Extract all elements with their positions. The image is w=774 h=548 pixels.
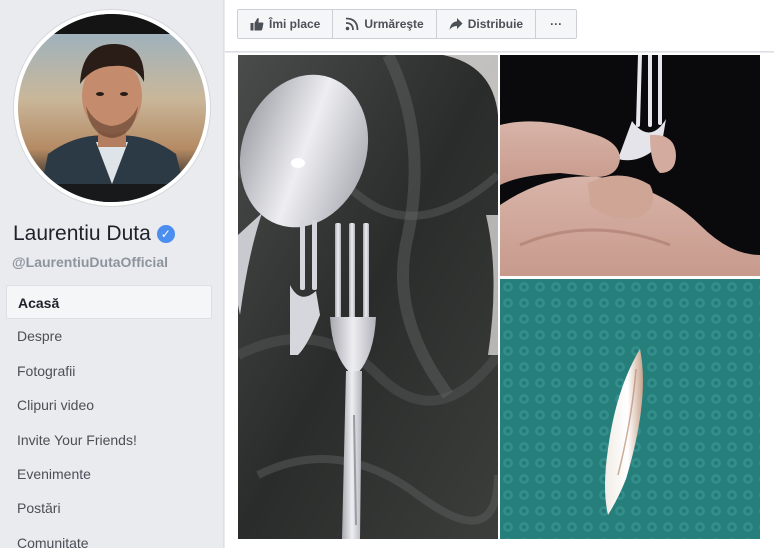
- nav-item-events[interactable]: Evenimente: [6, 457, 212, 491]
- page-nav: Acasă Despre Fotografii Clipuri video In…: [6, 285, 212, 548]
- like-button[interactable]: Îmi place: [238, 10, 334, 38]
- avatar: [18, 14, 206, 202]
- follow-button-label: Urmăreşte: [364, 17, 424, 31]
- photo-hand-fork[interactable]: [500, 55, 760, 276]
- follow-button[interactable]: Urmăreşte: [333, 10, 437, 38]
- verified-badge-icon: ✓: [156, 225, 175, 243]
- page-sidebar: Laurentiu Duta ✓ @LaurentiuDutaOfficial …: [0, 0, 224, 548]
- share-button-label: Distribuie: [467, 17, 524, 31]
- photo-collage: [225, 53, 774, 548]
- share-arrow-icon: [449, 18, 463, 30]
- page-title[interactable]: Laurentiu Duta ✓: [13, 222, 175, 246]
- page-name-text[interactable]: Laurentiu Duta: [13, 222, 151, 246]
- page-handle[interactable]: @LaurentiuDutaOfficial: [12, 254, 168, 270]
- avatar-portrait: [18, 14, 206, 202]
- nav-item-community[interactable]: Comunitate: [6, 526, 212, 548]
- action-button-group: Îmi place Urmăreşte Distribuie ···: [237, 9, 578, 39]
- rss-follow-icon: [346, 17, 359, 31]
- photo-hand-fork-image: [500, 55, 760, 276]
- more-dots-icon: ···: [550, 17, 563, 31]
- nav-item-posts[interactable]: Postări: [6, 491, 212, 525]
- nav-item-videos[interactable]: Clipuri video: [6, 388, 212, 422]
- thumbs-up-icon: [250, 18, 264, 31]
- photo-plastic-shard[interactable]: [500, 279, 760, 539]
- share-button[interactable]: Distribuie: [437, 10, 537, 38]
- like-button-label: Îmi place: [269, 17, 321, 31]
- profile-picture[interactable]: [14, 10, 210, 206]
- nav-item-invite-friends[interactable]: Invite Your Friends!: [6, 423, 212, 457]
- photo-plastic-shard-image: [500, 279, 760, 539]
- nav-item-photos[interactable]: Fotografii: [6, 354, 212, 388]
- more-options-button[interactable]: ···: [536, 10, 576, 38]
- nav-item-about[interactable]: Despre: [6, 319, 212, 353]
- photo-spoon-fork-image: [238, 55, 498, 539]
- page-action-bar: Îmi place Urmăreşte Distribuie ···: [225, 0, 774, 52]
- photo-spoon-fork[interactable]: [238, 55, 498, 539]
- nav-item-home[interactable]: Acasă: [6, 285, 212, 320]
